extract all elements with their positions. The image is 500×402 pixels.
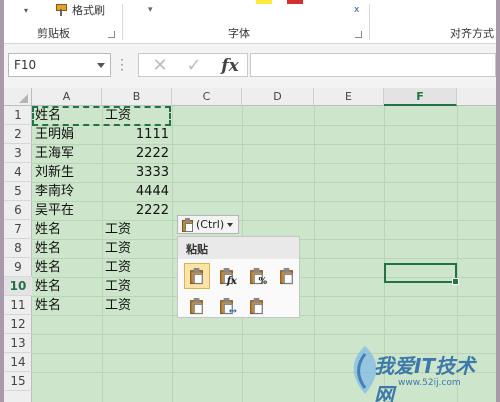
paste-icon[interactable] bbox=[184, 263, 210, 289]
cell-a4[interactable]: 刘新生 bbox=[33, 163, 102, 182]
row-header-13[interactable]: 13 bbox=[4, 334, 32, 353]
enter-icon[interactable]: ✓ bbox=[179, 54, 209, 78]
group-font-label: 字体 bbox=[228, 27, 250, 40]
phonetic-icon: x bbox=[354, 5, 360, 15]
cell-a5[interactable]: 李南玲 bbox=[33, 182, 102, 201]
clipboard-launcher-icon[interactable] bbox=[108, 31, 115, 38]
cell-b10[interactable]: 工资 bbox=[103, 277, 172, 296]
cell-a9[interactable]: 姓名 bbox=[33, 258, 102, 277]
row-header-12[interactable]: 12 bbox=[4, 315, 32, 334]
row-header-9[interactable]: 9 bbox=[4, 258, 32, 277]
gridline bbox=[32, 334, 496, 335]
ribbon-dropdown-arrow[interactable]: ▾ bbox=[24, 0, 28, 20]
watermark: 我爱IT技术网 www.52ij.com bbox=[344, 340, 494, 402]
phonetic-button[interactable]: x bbox=[354, 0, 359, 20]
column-header-a[interactable]: A bbox=[32, 88, 102, 106]
column-header-f[interactable]: F bbox=[384, 88, 457, 106]
select-all-button[interactable] bbox=[4, 88, 32, 106]
row-header-8[interactable]: 8 bbox=[4, 239, 32, 258]
cell-a8[interactable]: 姓名 bbox=[33, 239, 102, 258]
cell-b2[interactable]: 1111 bbox=[103, 125, 172, 144]
row-header-11[interactable]: 11 bbox=[4, 296, 32, 315]
paste-no-borders-icon[interactable] bbox=[184, 293, 210, 319]
chevron-down-icon: ▾ bbox=[24, 5, 29, 15]
formula-input[interactable] bbox=[250, 53, 496, 77]
cell-a2[interactable]: 王明娟 bbox=[33, 125, 102, 144]
row-header-14[interactable]: 14 bbox=[4, 353, 32, 372]
chevron-down-icon: ▾ bbox=[148, 5, 153, 15]
paste-keep-source-format-icon[interactable] bbox=[274, 263, 300, 289]
paste-transpose-icon[interactable] bbox=[244, 293, 270, 319]
watermark-url: www.52ij.com bbox=[398, 378, 461, 388]
column-header-bar: A B C D E F bbox=[4, 88, 496, 106]
group-clipboard-label: 剪贴板 bbox=[37, 27, 70, 40]
formula-buttons: ✕ ✓ fx bbox=[138, 53, 248, 77]
copy-range-marquee bbox=[32, 106, 171, 126]
cell-b8[interactable]: 工资 bbox=[103, 239, 172, 258]
watermark-text: 我爱IT技术网 bbox=[374, 354, 476, 402]
group-separator bbox=[122, 4, 123, 40]
cell-a10[interactable]: 姓名 bbox=[33, 277, 102, 296]
gridline bbox=[172, 106, 173, 402]
cell-b4[interactable]: 3333 bbox=[103, 163, 172, 182]
group-alignment-label: 对齐方式 bbox=[450, 27, 494, 40]
column-header-e[interactable]: E bbox=[314, 88, 384, 106]
cell-b7[interactable]: 工资 bbox=[103, 220, 172, 239]
column-header-b[interactable]: B bbox=[102, 88, 172, 106]
paste-keep-column-widths-icon[interactable]: ↔ bbox=[214, 293, 240, 319]
paste-options-button[interactable]: (Ctrl) bbox=[177, 215, 239, 234]
row-header-5[interactable]: 5 bbox=[4, 182, 32, 201]
paste-formulas-icon[interactable]: fx bbox=[214, 263, 240, 289]
cancel-icon[interactable]: ✕ bbox=[145, 54, 175, 78]
row-header-7[interactable]: 7 bbox=[4, 220, 32, 239]
cell-b3[interactable]: 2222 bbox=[103, 144, 172, 163]
name-box-value: F10 bbox=[14, 58, 37, 72]
cell-a7[interactable]: 姓名 bbox=[33, 220, 102, 239]
ribbon-font-more[interactable]: ▾ bbox=[148, 0, 168, 20]
paste-icon bbox=[181, 217, 194, 232]
column-header-d[interactable]: D bbox=[242, 88, 314, 106]
row-header-15[interactable]: 15 bbox=[4, 372, 32, 391]
active-cell-f10[interactable] bbox=[384, 263, 459, 285]
name-box-dropdown-icon[interactable] bbox=[97, 63, 105, 68]
formula-bar: F10 · · · ✕ ✓ fx bbox=[4, 44, 496, 88]
column-header-c[interactable]: C bbox=[172, 88, 242, 106]
paste-options-label: (Ctrl) bbox=[196, 218, 225, 231]
group-separator bbox=[369, 4, 370, 40]
row-header-bar: 1 2 3 4 5 6 7 8 9 10 11 12 13 14 15 bbox=[4, 106, 32, 402]
chevron-down-icon bbox=[227, 222, 234, 227]
row-header-10[interactable]: 10 bbox=[4, 277, 32, 296]
column-header-g[interactable] bbox=[457, 88, 496, 106]
gridline bbox=[314, 106, 315, 402]
ribbon: ▾ 格式刷 ▾ x 剪贴板 字体 对齐方式 bbox=[4, 0, 496, 44]
insert-function-icon[interactable]: fx bbox=[215, 54, 245, 78]
name-box[interactable]: F10 bbox=[8, 53, 111, 77]
format-painter-icon bbox=[54, 4, 68, 16]
row-header-3[interactable]: 3 bbox=[4, 144, 32, 163]
cell-b5[interactable]: 4444 bbox=[103, 182, 172, 201]
row-header-2[interactable]: 2 bbox=[4, 125, 32, 144]
paste-menu-title: 粘贴 bbox=[178, 237, 299, 259]
highlight-color-swatch[interactable] bbox=[256, 0, 272, 4]
font-color-swatch[interactable] bbox=[287, 0, 303, 4]
excel-window: ▾ 格式刷 ▾ x 剪贴板 字体 对齐方式 F10 · · · ✕ ✓ fx A… bbox=[4, 0, 496, 402]
row-header-6[interactable]: 6 bbox=[4, 201, 32, 220]
cell-b11[interactable]: 工资 bbox=[103, 296, 172, 315]
cell-b9[interactable]: 工资 bbox=[103, 258, 172, 277]
paste-options-menu: 粘贴 fx % ↔ bbox=[177, 236, 300, 318]
paste-formulas-number-format-icon[interactable]: % bbox=[244, 263, 270, 289]
cell-a11[interactable]: 姓名 bbox=[33, 296, 102, 315]
cell-a6[interactable]: 吴平在 bbox=[33, 201, 102, 220]
format-painter-button[interactable]: 格式刷 bbox=[54, 0, 105, 20]
row-header-1[interactable]: 1 bbox=[4, 106, 32, 125]
cell-a3[interactable]: 王海军 bbox=[33, 144, 102, 163]
vertical-dots-icon[interactable]: · · · bbox=[120, 54, 124, 76]
cell-b6[interactable]: 2222 bbox=[103, 201, 172, 220]
format-painter-label: 格式刷 bbox=[72, 4, 105, 17]
row-header-4[interactable]: 4 bbox=[4, 163, 32, 182]
font-launcher-icon[interactable] bbox=[355, 31, 362, 38]
